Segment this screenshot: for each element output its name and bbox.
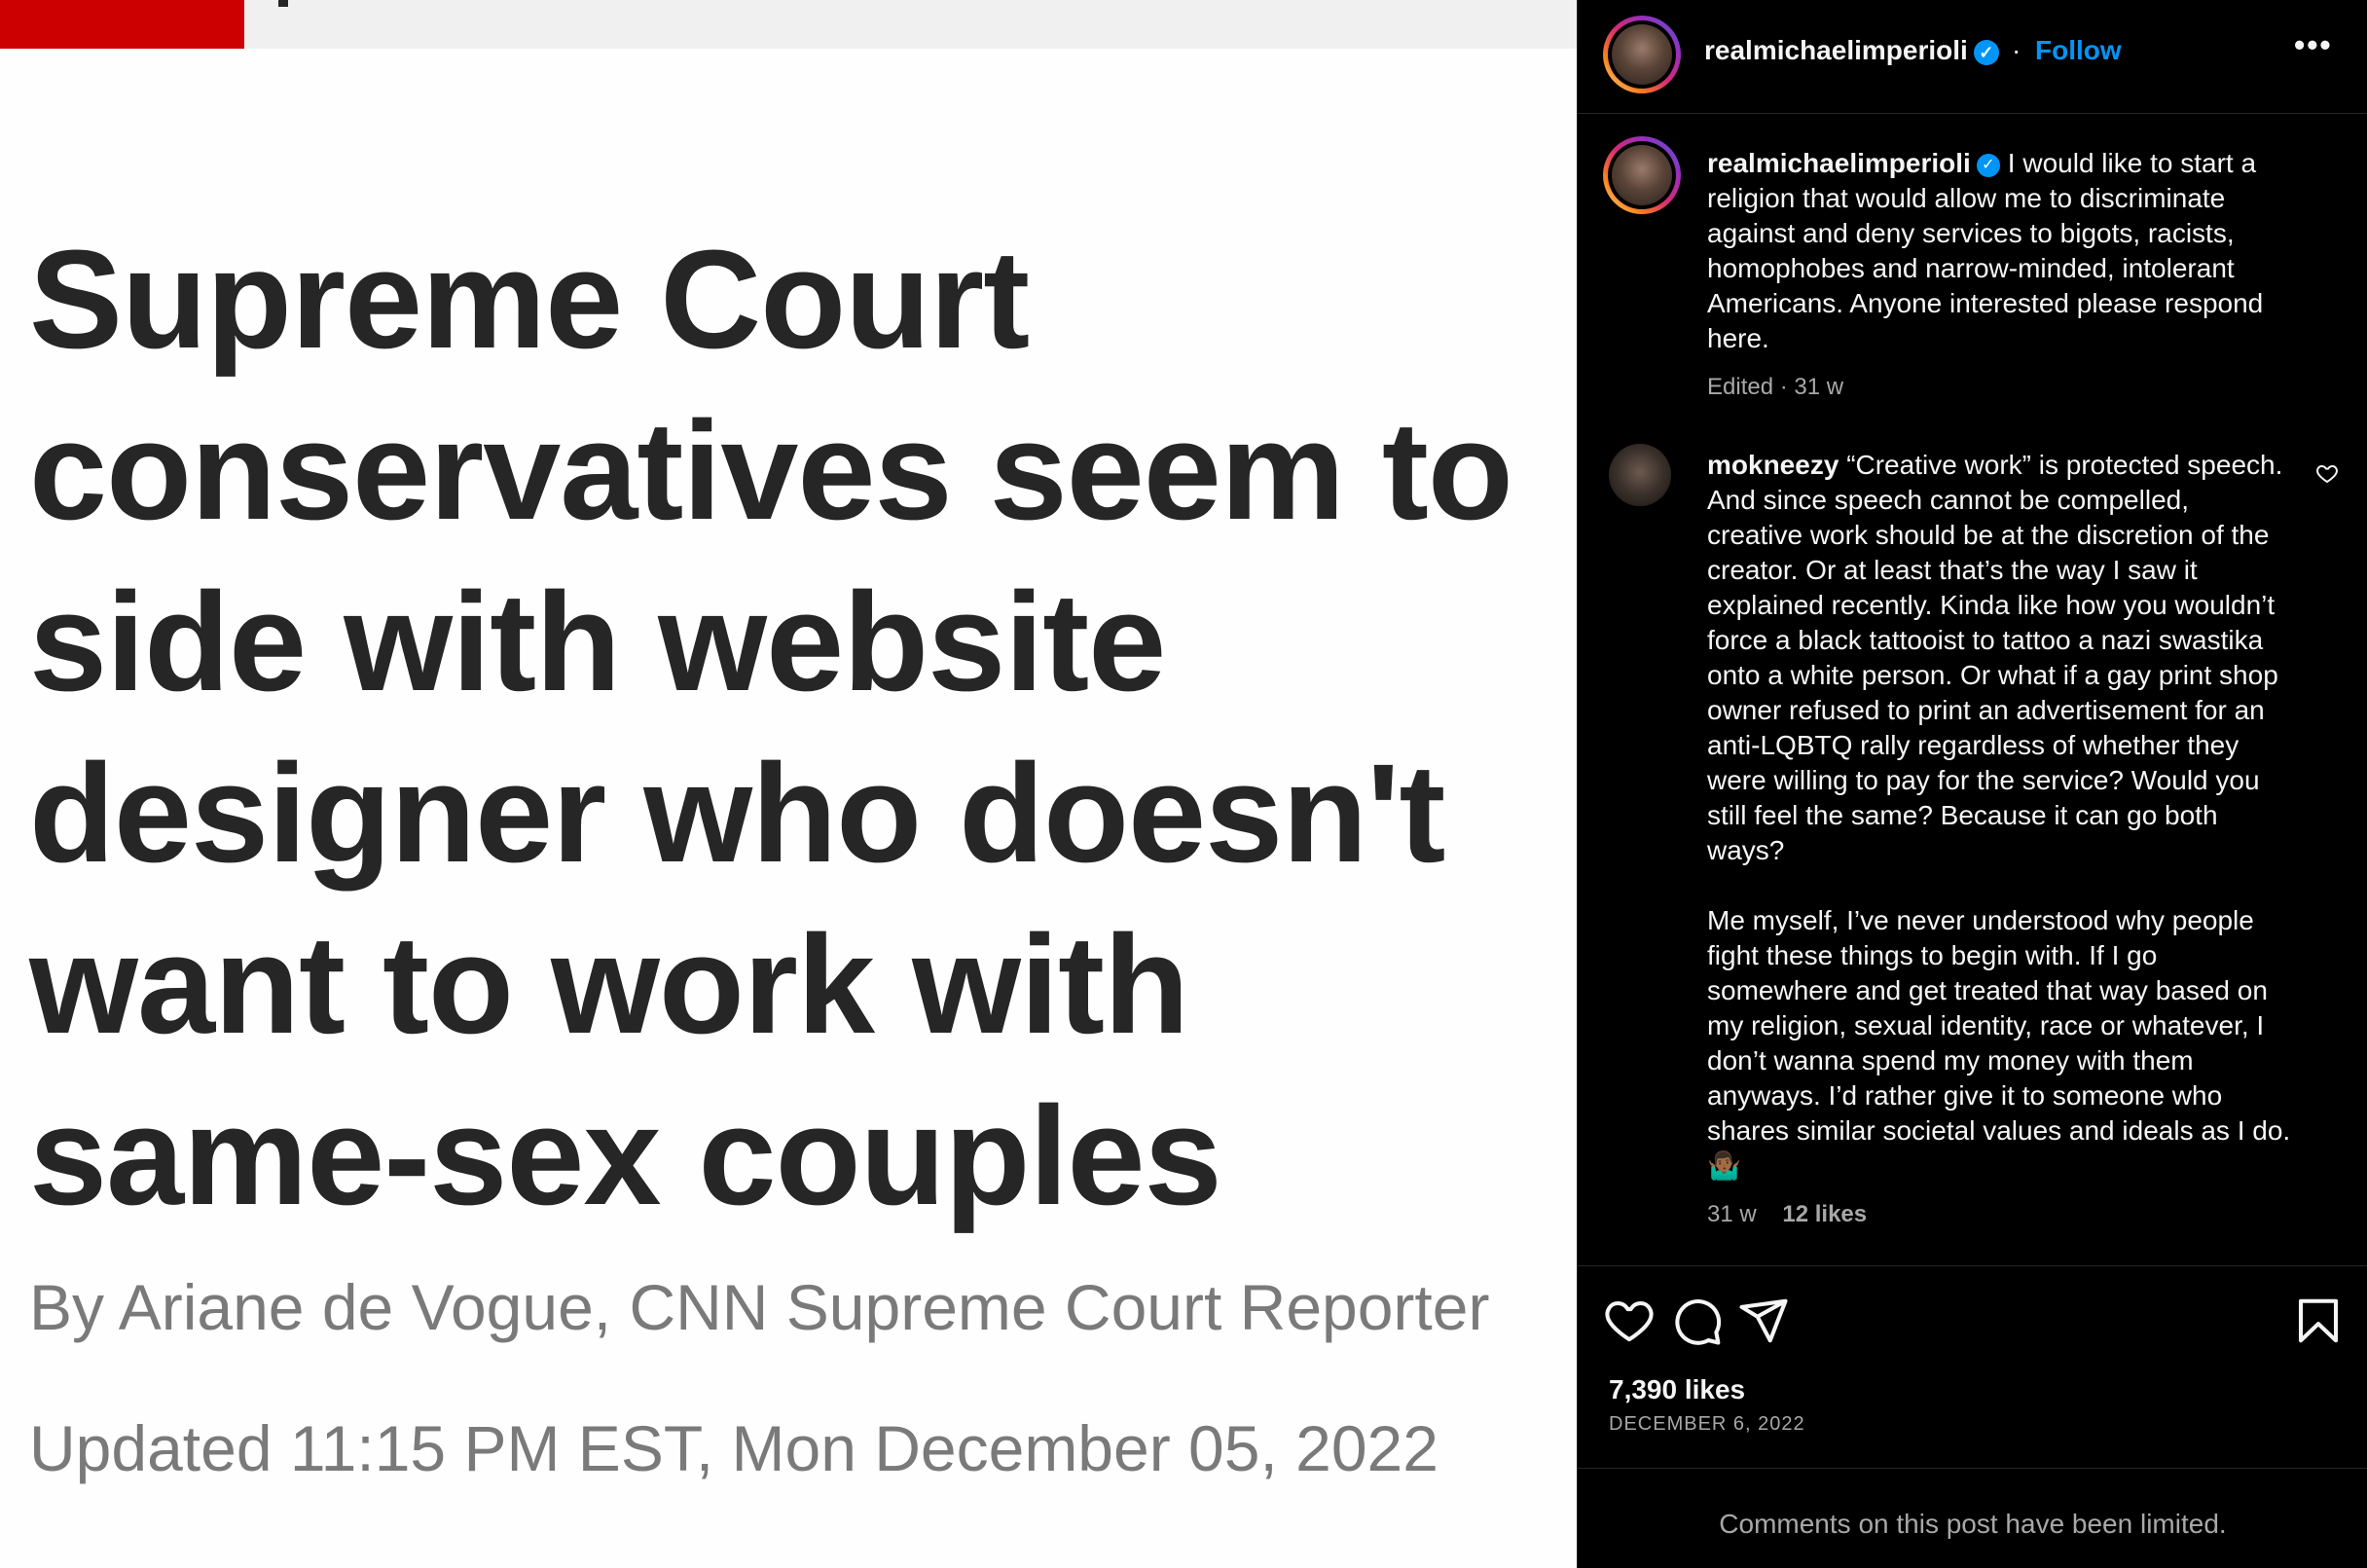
post-image: Supreme Court conservatives seem to side… — [0, 0, 1577, 1568]
author-avatar[interactable] — [1603, 16, 1681, 93]
cropped-text-fragment — [278, 0, 288, 7]
headline-line: same-sex couples — [29, 1077, 1222, 1234]
comments-limited-notice: Comments on this post have been limited. — [1719, 1509, 2227, 1539]
headline-line: Supreme Court — [29, 221, 1030, 378]
author-username[interactable]: realmichaelimperioli — [1704, 35, 1968, 65]
comment-bubble-icon[interactable] — [1671, 1295, 1724, 1347]
post-likes[interactable]: 7,390 likes — [1609, 1374, 1745, 1405]
save-bookmark-icon[interactable] — [2292, 1295, 2345, 1347]
follow-button[interactable]: Follow — [2035, 35, 2122, 66]
headline-line: designer who doesn't — [29, 735, 1445, 892]
headline-line: side with website — [29, 564, 1166, 720]
caption-text: I would like to start a religion that wo… — [1707, 148, 2264, 353]
more-options-icon[interactable]: ••• — [2294, 27, 2333, 63]
post-caption: realmichaelimperioli ✓ I would like to sta… — [1707, 146, 2291, 405]
caption-meta: Edited · 31 w — [1707, 374, 1844, 400]
commenter-avatar[interactable] — [1609, 444, 1671, 506]
post-sidebar: realmichaelimperioli ✓ · Follow ••• realm… — [1577, 0, 2367, 1568]
comment-username[interactable]: mokneezy — [1707, 450, 1839, 480]
caption-avatar[interactable] — [1603, 136, 1681, 214]
header-separator: · — [2012, 35, 2021, 65]
comment-likes[interactable]: 12 likes — [1782, 1201, 1867, 1227]
footer-divider — [1578, 1468, 2367, 1469]
author-photo — [1612, 24, 1672, 85]
verified-badge-icon: ✓ — [1976, 153, 2000, 177]
comment-text-p1: “Creative work” is protected speech. And… — [1707, 450, 2283, 865]
headline-line: conservatives seem to — [29, 392, 1513, 549]
author-username-link[interactable]: realmichaelimperioli ✓ — [1704, 35, 1999, 66]
share-send-icon[interactable] — [1737, 1295, 1790, 1347]
article-headline: Supreme Court conservatives seem to side… — [29, 214, 1577, 1242]
headline-line: want to work with — [29, 906, 1189, 1063]
article-updated: Updated 11:15 PM EST, Mon December 05, 2… — [29, 1412, 1438, 1484]
post-date[interactable]: DECEMBER 6, 2022 — [1609, 1413, 1805, 1436]
comment-text-p2: Me myself, I’ve never understood why peo… — [1707, 905, 2291, 1181]
comment-age: 31 w — [1707, 1201, 1757, 1227]
verified-badge-icon: ✓ — [1973, 39, 1999, 65]
like-comment-icon[interactable] — [2315, 461, 2339, 485]
article-byline: By Ariane de Vogue, CNN Supreme Court Re… — [29, 1271, 1490, 1343]
comment-meta: 31 w 12 likes — [1707, 1197, 2291, 1232]
like-heart-icon[interactable] — [1603, 1295, 1656, 1347]
action-bar — [1578, 1265, 2367, 1372]
brand-bar — [0, 0, 244, 49]
comment: mokneezy “Creative work” is protected sp… — [1707, 448, 2291, 1232]
article-topbar — [0, 0, 1577, 49]
caption-username[interactable]: realmichaelimperioli — [1707, 148, 1971, 178]
post-header: realmichaelimperioli ✓ · Follow ••• — [1578, 0, 2367, 114]
caption-avatar-photo — [1612, 145, 1672, 205]
